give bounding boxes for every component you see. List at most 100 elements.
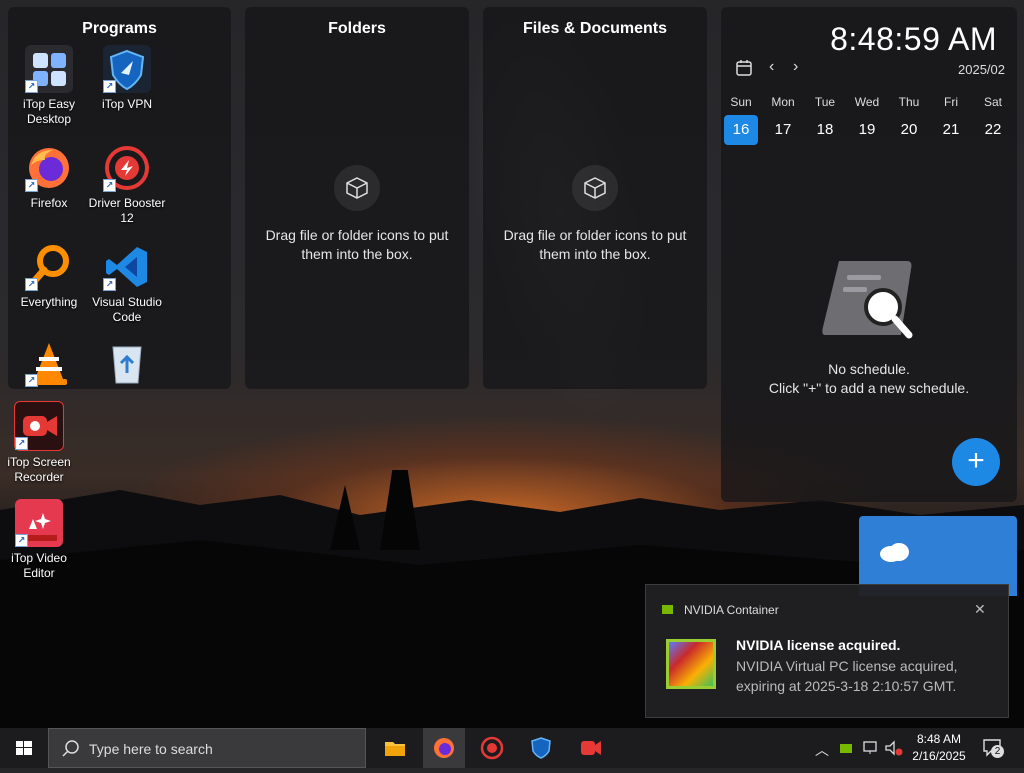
day-name: Sun [730, 95, 752, 109]
vlc-icon: ↗ [25, 339, 73, 387]
taskbar-file-explorer[interactable] [375, 728, 415, 768]
calendar-day-fri[interactable]: Fri 21 [934, 95, 968, 145]
folders-title: Folders [328, 20, 386, 37]
no-schedule-text: No schedule. [828, 361, 910, 377]
nvidia-small-icon [662, 605, 673, 614]
shortcut-arrow-icon: ↗ [25, 179, 38, 192]
calendar-panel: 8:48:59 AM ‹ › 2025/02 Sun 16 Mon 17 Tue… [721, 7, 1017, 502]
desktop-icon-vlc[interactable]: ↗ [10, 339, 88, 387]
windows-logo-icon [16, 741, 32, 755]
notification-count-badge: 2 [991, 745, 1004, 758]
calendar-day-tue[interactable]: Tue 18 [808, 95, 842, 145]
box-icon [334, 165, 380, 211]
taskbar-itop-vpn[interactable] [521, 728, 561, 768]
taskbar-clock-time[interactable]: 8:48 AM [912, 732, 966, 746]
calendar-day-mon[interactable]: Mon 17 [766, 95, 800, 145]
shortcut-arrow-icon: ↗ [15, 534, 28, 547]
files-drop-hint: Drag file or folder icons to put them in… [503, 227, 687, 262]
notification-app-name: NVIDIA Container [684, 603, 779, 617]
desktop-icon-vscode[interactable]: ↗ Visual Studio Code [88, 243, 166, 325]
icon-label: iTop Easy Desktop [22, 97, 76, 126]
programs-title: Programs [82, 20, 157, 37]
no-schedule-illustration-icon [821, 255, 915, 352]
notification-title: NVIDIA license acquired. [736, 637, 901, 653]
calendar-month: 2025/02 [958, 62, 1005, 77]
shortcut-arrow-icon: ↗ [25, 80, 38, 93]
programs-panel: Programs ↗ iTop Easy Desktop ↗ iTop VPN … [8, 7, 231, 389]
nvidia-tray-icon[interactable] [840, 744, 852, 753]
notification-close-button[interactable]: ✕ [974, 601, 986, 618]
day-number-today: 16 [724, 115, 758, 145]
icon-label: Firefox [30, 196, 68, 210]
add-schedule-button[interactable]: + [952, 438, 1000, 486]
start-button[interactable] [0, 728, 48, 768]
file-explorer-icon [385, 742, 405, 756]
next-week-chevron-icon[interactable]: › [793, 58, 798, 76]
box-icon [572, 165, 618, 211]
search-icon [62, 740, 79, 757]
icon-label: iTop VPN [101, 97, 153, 111]
calendar-icon[interactable] [735, 59, 753, 82]
day-name: Fri [944, 95, 958, 109]
desktop-icon-driver-booster[interactable]: ↗ Driver Booster 12 [88, 144, 166, 226]
shortcut-arrow-icon: ↗ [25, 278, 38, 291]
everything-search-icon: ↗ [25, 243, 73, 291]
shortcut-arrow-icon: ↗ [15, 437, 28, 450]
taskbar-firefox[interactable] [423, 728, 465, 768]
calendar-day-thu[interactable]: Thu 20 [892, 95, 926, 145]
notification-body: NVIDIA Virtual PC license acquired, expi… [736, 658, 958, 694]
nvidia-chip-icon [666, 639, 716, 689]
itop-screen-recorder-icon [581, 741, 601, 755]
day-name: Sat [983, 95, 1002, 109]
network-icon[interactable] [862, 740, 880, 756]
day-name: Mon [771, 95, 795, 109]
files-documents-title: Files & Documents [522, 20, 668, 37]
folders-drop-hint: Drag file or folder icons to put them in… [265, 227, 449, 262]
prev-week-chevron-icon[interactable]: ‹ [769, 58, 774, 76]
day-number: 21 [942, 121, 960, 138]
show-hidden-icons-chevron-icon[interactable]: ︿ [815, 740, 829, 760]
itop-screen-recorder-icon: ↗ [14, 401, 64, 451]
folders-panel[interactable]: Folders Drag file or folder icons to put… [245, 7, 469, 389]
desktop-icon-everything[interactable]: ↗ Everything [10, 243, 88, 310]
search-placeholder: Type here to search [89, 741, 213, 757]
desktop-icon-firefox[interactable]: ↗ Firefox [10, 144, 88, 211]
volume-muted-icon[interactable] [884, 740, 904, 756]
desktop-icon-recycle-bin[interactable] [88, 339, 166, 387]
desktop-icon-itop-easy-desktop[interactable]: ↗ iTop Easy Desktop [10, 45, 88, 127]
icon-label: Driver Booster 12 [88, 196, 166, 225]
desktop-icon-itop-video-editor[interactable]: ↗ iTop Video Editor [0, 499, 78, 581]
taskbar-driver-booster[interactable] [472, 728, 512, 768]
itop-vpn-icon: ↗ [103, 45, 151, 93]
cloud-icon [877, 538, 911, 569]
taskbar-clock-date[interactable]: 2/16/2025 [908, 749, 970, 763]
itop-video-editor-icon: ↗ [15, 499, 63, 547]
clock-time: 8:48:59 AM [830, 21, 997, 57]
notification-toast[interactable]: NVIDIA Container ✕ NVIDIA license acquir… [645, 584, 1009, 718]
calendar-day-wed[interactable]: Wed 19 [850, 95, 884, 145]
files-documents-panel[interactable]: Files & Documents Drag file or folder ic… [483, 7, 707, 389]
icon-label: iTop Video Editor [11, 551, 67, 580]
add-schedule-hint: Click "+" to add a new schedule. [768, 380, 970, 396]
shortcut-arrow-icon: ↗ [25, 374, 38, 387]
day-name: Thu [898, 95, 920, 109]
taskbar: Type here to search ︿ 8:48 AM 2/16/2025 … [0, 728, 1024, 768]
desktop-icon-itop-screen-recorder[interactable]: ↗ iTop Screen Recorder [0, 401, 78, 485]
day-number: 19 [858, 121, 876, 138]
calendar-day-sun[interactable]: Sun 16 [724, 95, 758, 145]
desktop-icon-itop-vpn[interactable]: ↗ iTop VPN [88, 45, 166, 112]
shortcut-arrow-icon: ↗ [103, 179, 116, 192]
itop-easy-desktop-icon: ↗ [25, 45, 73, 93]
day-name: Wed [854, 95, 880, 109]
shortcut-arrow-icon: ↗ [103, 80, 116, 93]
driver-booster-icon: ↗ [103, 144, 151, 192]
day-name: Tue [814, 95, 836, 109]
calendar-day-sat[interactable]: Sat 22 [976, 95, 1010, 145]
shortcut-arrow-icon: ↗ [103, 278, 116, 291]
day-number: 20 [900, 121, 918, 138]
icon-label: Everything [20, 295, 78, 309]
icon-label: Visual Studio Code [92, 295, 162, 324]
action-center-button[interactable]: 2 [982, 738, 1004, 763]
taskbar-itop-screen-recorder[interactable] [570, 728, 610, 768]
taskbar-search-box[interactable]: Type here to search [48, 728, 366, 768]
